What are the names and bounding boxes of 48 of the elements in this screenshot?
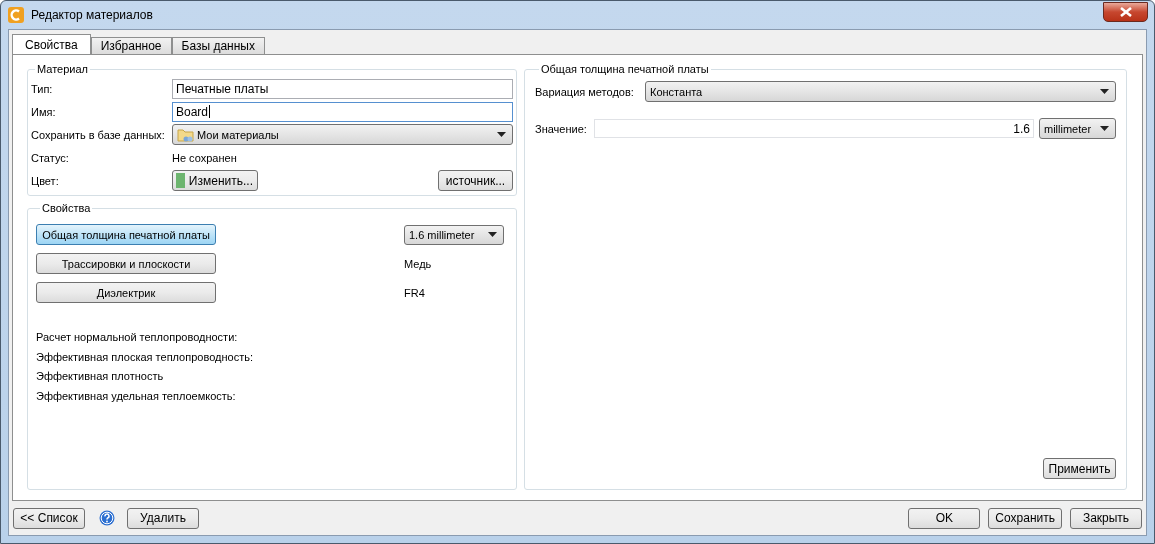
group-title: Материал [36,63,89,75]
field-label: Имя: [31,105,57,118]
field-label: Значение: [535,122,588,135]
property-button[interactable]: Диэлектрик [36,282,216,303]
thickness-dropdown[interactable]: 1.6 millimeter [404,224,504,245]
method-dropdown[interactable]: Константа [645,81,1116,102]
folder-icon [177,126,195,143]
tab[interactable]: Избранное [90,37,172,54]
value-field[interactable]: 1.6 [594,119,1034,138]
field-label: Тип: [31,82,54,95]
ok-button[interactable]: OK [908,507,981,529]
dropdown-arrow-icon [1100,89,1109,94]
field-label: Сохранить в базе данных: [31,128,166,141]
property-value: Медь [404,257,432,270]
close-dialog-button[interactable]: Закрыть [1070,507,1142,529]
close-button[interactable] [1103,1,1148,22]
field-label: Цвет: [31,174,60,187]
field-label: Вариация методов: [535,85,635,98]
window-title: Редактор материалов [31,8,153,22]
dropdown-arrow-icon [1100,126,1109,131]
delete-button[interactable]: Удалить [127,507,199,529]
property-label: Эффективная плотность [36,369,165,384]
field-label: Статус: [31,151,70,164]
property-label: Расчет нормальной теплопроводности: [36,330,239,345]
property-button[interactable]: Общая толщина печатной платы [36,224,216,245]
name-field[interactable]: Board [172,101,513,122]
list-button[interactable]: << Список [13,507,85,529]
save-button[interactable]: Сохранить [988,507,1062,529]
tab[interactable]: Базы данных [171,37,265,54]
property-button[interactable]: Трассировки и плоскости [36,253,216,274]
dropdown-arrow-icon [497,132,506,137]
group-title: Свойства [41,202,92,214]
help-icon[interactable] [99,510,115,526]
group-title: Общая толщина печатной платы [540,63,710,75]
type-field[interactable]: Печатные платы [172,78,513,99]
change-color-button[interactable]: Изменить... [172,170,258,191]
source-button[interactable]: источник... [438,170,513,191]
dropdown-arrow-icon [488,232,497,237]
unit-dropdown[interactable]: millimeter [1039,118,1116,139]
database-dropdown[interactable]: Мои материалы [172,124,513,145]
property-value: FR4 [404,286,425,299]
property-label: Эффективная удельная теплоемкость: [36,388,237,404]
property-label: Эффективная плоская теплопроводность: [36,349,254,365]
apply-button[interactable]: Применить [1043,458,1116,479]
close-icon [1119,6,1132,17]
app-logo-icon [8,7,24,23]
status-value: Не сохранен [172,151,238,164]
tab[interactable]: Свойства [12,34,91,54]
